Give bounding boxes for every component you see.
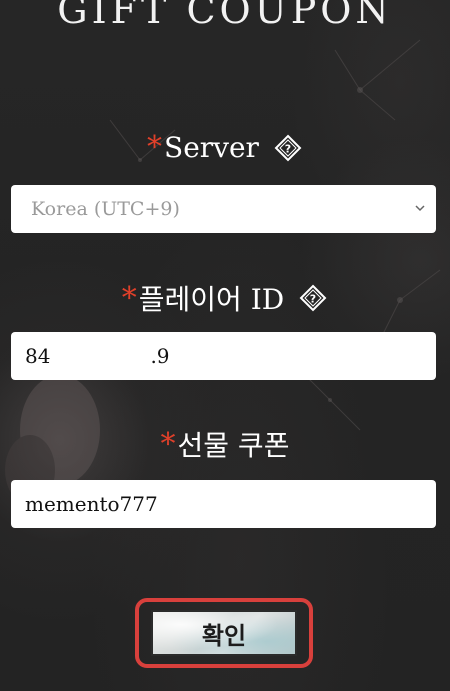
gift-coupon-label-row: * 선물 쿠폰: [0, 424, 450, 464]
server-selected-value: Korea (UTC+9): [31, 198, 180, 220]
server-label-row: * Server ?: [0, 130, 450, 165]
gift-coupon-value: memento777: [25, 492, 158, 516]
required-mark: *: [147, 130, 163, 165]
confirm-button[interactable]: 확인: [151, 610, 297, 656]
player-id-input[interactable]: 84 .9: [11, 332, 436, 380]
svg-text:?: ?: [285, 142, 291, 155]
question-diamond-icon[interactable]: ?: [273, 133, 303, 163]
svg-text:?: ?: [310, 293, 316, 306]
player-id-value-suffix: .9: [150, 344, 170, 368]
player-id-label-row: * 플레이어 ID ?: [0, 278, 450, 318]
redacted-segment: [50, 346, 151, 366]
server-select[interactable]: Korea (UTC+9): [11, 185, 436, 233]
chevron-down-icon: [415, 205, 425, 212]
player-id-label: 플레이어 ID: [138, 283, 285, 316]
gift-coupon-input[interactable]: memento777: [11, 480, 436, 528]
confirm-button-label: 확인: [201, 620, 247, 650]
page-title: GIFT COUPON: [57, 0, 393, 32]
server-label: Server: [164, 131, 259, 164]
gift-coupon-label: 선물 쿠폰: [177, 429, 290, 462]
required-mark: *: [121, 280, 137, 316]
player-id-value-prefix: 84: [25, 344, 51, 368]
required-mark: *: [160, 426, 176, 462]
question-diamond-icon[interactable]: ?: [298, 283, 328, 313]
confirm-highlight: 확인: [135, 598, 313, 668]
